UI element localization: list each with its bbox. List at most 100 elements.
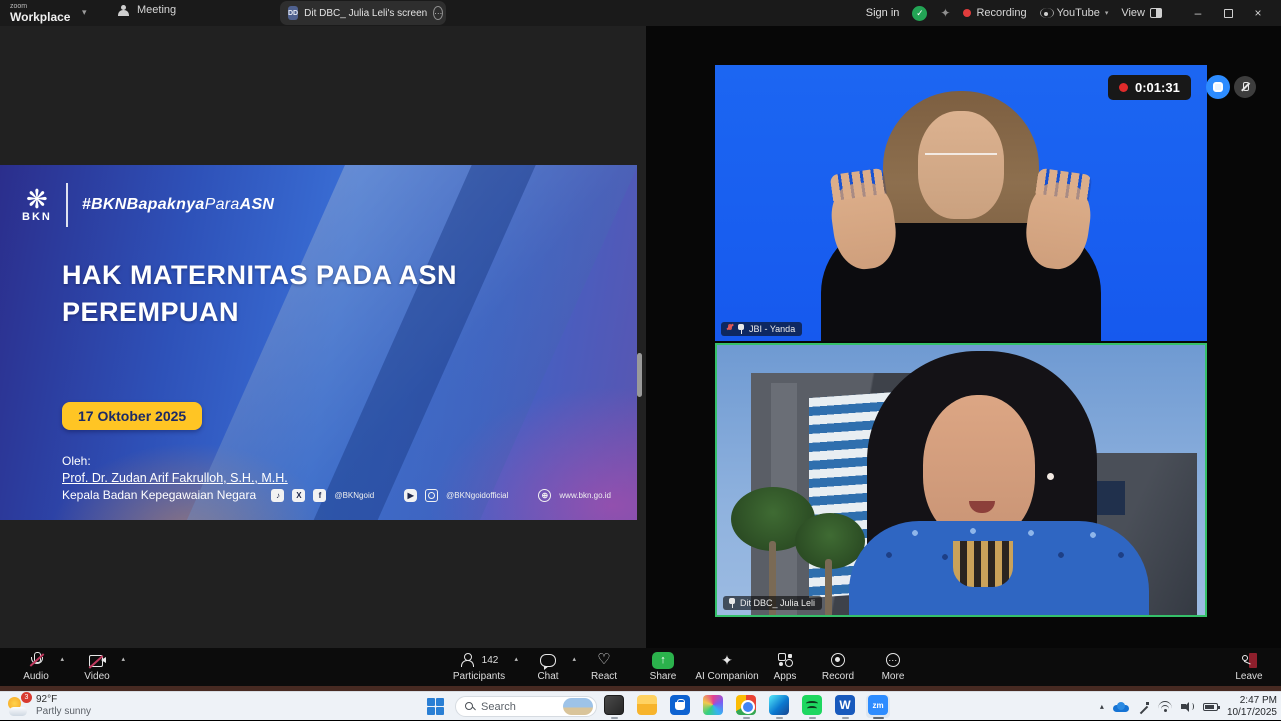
- running-indicator: [873, 717, 884, 720]
- presentation-slide: ❋ BKN #BKNBapaknyaParaASN HAK MATERNITAS…: [0, 165, 637, 520]
- slide-hashtag: #BKNBapaknyaParaASN: [82, 196, 274, 214]
- security-shield-icon[interactable]: ✓: [912, 6, 927, 21]
- video-label: Video: [61, 671, 133, 682]
- participants-label: Participants: [438, 671, 520, 682]
- chevron-down-icon[interactable]: ▾: [82, 7, 87, 18]
- edge-icon: [769, 695, 789, 715]
- video-off-slash-icon: [88, 655, 103, 669]
- recording-indicator[interactable]: Recording: [963, 7, 1026, 19]
- social-handle-1: @BKNgoid: [334, 491, 374, 500]
- panel-resize-handle[interactable]: [637, 353, 642, 397]
- mute-status-button[interactable]: [1234, 76, 1256, 98]
- running-indicator: [842, 717, 849, 720]
- taskbar-app-icons: W zm: [602, 695, 890, 718]
- battery-icon[interactable]: [1203, 703, 1218, 711]
- door-icon: [1249, 653, 1257, 668]
- taskbar-app-store[interactable]: [668, 695, 692, 718]
- more-button[interactable]: ⋯ More: [857, 651, 929, 682]
- tab-more-icon[interactable]: ⋯: [433, 6, 443, 20]
- apps-dot: [788, 654, 792, 658]
- running-indicator: [776, 717, 783, 720]
- muted-mic-icon: [726, 324, 733, 334]
- taskbar-app-snipping[interactable]: [602, 695, 626, 718]
- view-button[interactable]: View: [1121, 7, 1162, 19]
- onedrive-icon[interactable]: [1113, 702, 1129, 712]
- zoom-app-icon: zm: [868, 695, 888, 715]
- close-button[interactable]: ×: [1243, 0, 1273, 26]
- tab-shared-screen[interactable]: DD Dit DBC_ Julia Leli's screen ⋯: [280, 1, 446, 25]
- slide-social-row: ♪ X f @BKNgoid ▶ @BKNgoidofficial ⊕ www.…: [271, 489, 611, 502]
- presenter-name: Prof. Dr. Zudan Arif Fakrulloh, S.H., M.…: [62, 470, 288, 487]
- slide-title-line2: PEREMPUAN: [62, 294, 457, 331]
- weather-text: 92°F Partly sunny: [36, 694, 91, 718]
- taskbar-app-copilot[interactable]: [701, 695, 725, 718]
- minimize-button[interactable]: –: [1183, 0, 1213, 26]
- broadcast-icon: [1040, 8, 1052, 18]
- clock-date: 10/17/2025: [1227, 707, 1277, 719]
- pin-icon: [737, 324, 745, 334]
- taskbar-app-chrome[interactable]: [734, 695, 758, 718]
- chevron-up-icon[interactable]: ▴: [121, 655, 125, 663]
- stop-video-layout-button[interactable]: [1206, 75, 1230, 99]
- stop-icon: [1213, 82, 1223, 92]
- start-square: [427, 707, 435, 715]
- video-button[interactable]: ▴ Video: [61, 651, 133, 682]
- weather-desc: Partly sunny: [36, 706, 91, 718]
- leave-label: Leave: [1213, 671, 1281, 682]
- avatar: DD: [288, 6, 298, 20]
- recording-timer: 0:01:31: [1108, 75, 1191, 100]
- pin-icon: [728, 598, 736, 608]
- zoom-titlebar: zoom Workplace ▾ Meeting DD Dit DBC_ Jul…: [0, 0, 1281, 26]
- share-icon: ↑: [652, 652, 674, 669]
- tiktok-icon: ♪: [271, 489, 284, 502]
- bkn-logo: ❋ BKN: [22, 187, 52, 223]
- volume-icon[interactable]: [1181, 701, 1194, 712]
- ai-companion-icon: ✦: [721, 652, 733, 669]
- pen-icon[interactable]: [1138, 701, 1149, 712]
- leave-button[interactable]: Leave: [1213, 651, 1281, 682]
- sign-in-button[interactable]: Sign in: [866, 7, 900, 19]
- hidden-icons-chevron[interactable]: ▴: [1100, 702, 1104, 711]
- system-tray: ▴ 2:47 PM 10/17/2025: [1100, 692, 1277, 721]
- muted-mic-icon: [1241, 82, 1249, 93]
- globe-icon: ⊕: [538, 489, 551, 502]
- tab-meeting[interactable]: Meeting: [118, 4, 176, 16]
- wifi-icon[interactable]: [1158, 701, 1172, 712]
- participants-button[interactable]: 142 ▴ Participants: [438, 651, 520, 682]
- speaker-earring: [1047, 473, 1054, 480]
- ai-sparkle-icon[interactable]: ✦: [940, 6, 950, 20]
- bkn-logo-text: BKN: [22, 211, 52, 223]
- start-button[interactable]: [427, 698, 444, 715]
- youtube-live-button[interactable]: YouTube ▾: [1040, 7, 1109, 19]
- taskbar-app-word[interactable]: W: [833, 695, 857, 718]
- leave-icon: [1241, 653, 1257, 668]
- weather-widget[interactable]: 3 92°F Partly sunny: [6, 694, 91, 718]
- video-tile-speaker[interactable]: NEGARA Dit DBC_ Julia Leli: [715, 343, 1207, 617]
- maximize-button[interactable]: [1213, 0, 1243, 26]
- zoom-workplace-logo[interactable]: zoom Workplace: [10, 2, 70, 22]
- taskbar-app-zoom[interactable]: zm: [866, 695, 890, 718]
- taskbar-search[interactable]: Search: [455, 696, 597, 717]
- taskbar-app-edge[interactable]: [767, 695, 791, 718]
- windows-taskbar: 3 92°F Partly sunny Search W zm ▴ 2:47 P…: [0, 691, 1281, 720]
- meeting-toolbar: ▴ Audio ▴ Video 142 ▴ Participants ▴ Cha…: [0, 648, 1281, 686]
- titlebar-right: Sign in ✓ ✦ Recording YouTube ▾ View – ×: [866, 0, 1281, 26]
- running-indicator: [611, 717, 618, 720]
- more-icon: ⋯: [886, 653, 900, 667]
- meeting-tab-label: Meeting: [137, 4, 176, 16]
- shared-screen-tab-label: Dit DBC_ Julia Leli's screen: [304, 8, 427, 19]
- taskbar-app-spotify[interactable]: [800, 695, 824, 718]
- hashtag-part: Para: [205, 196, 240, 213]
- heart-icon: ♡: [597, 653, 610, 667]
- presenter-block: Oleh: Prof. Dr. Zudan Arif Fakrulloh, S.…: [62, 453, 288, 504]
- taskbar-clock[interactable]: 2:47 PM 10/17/2025: [1227, 695, 1277, 719]
- participant-name: JBI - Yanda: [749, 324, 795, 334]
- recording-time: 0:01:31: [1135, 80, 1180, 95]
- word-icon: W: [835, 695, 855, 715]
- notification-badge: 3: [21, 692, 32, 703]
- running-indicator: [809, 717, 816, 720]
- chevron-down-icon: ▾: [1105, 9, 1109, 17]
- video-tile-interpreter[interactable]: JBI - Yanda: [715, 65, 1207, 341]
- taskbar-app-explorer[interactable]: [635, 695, 659, 718]
- palm-trunk: [825, 559, 832, 617]
